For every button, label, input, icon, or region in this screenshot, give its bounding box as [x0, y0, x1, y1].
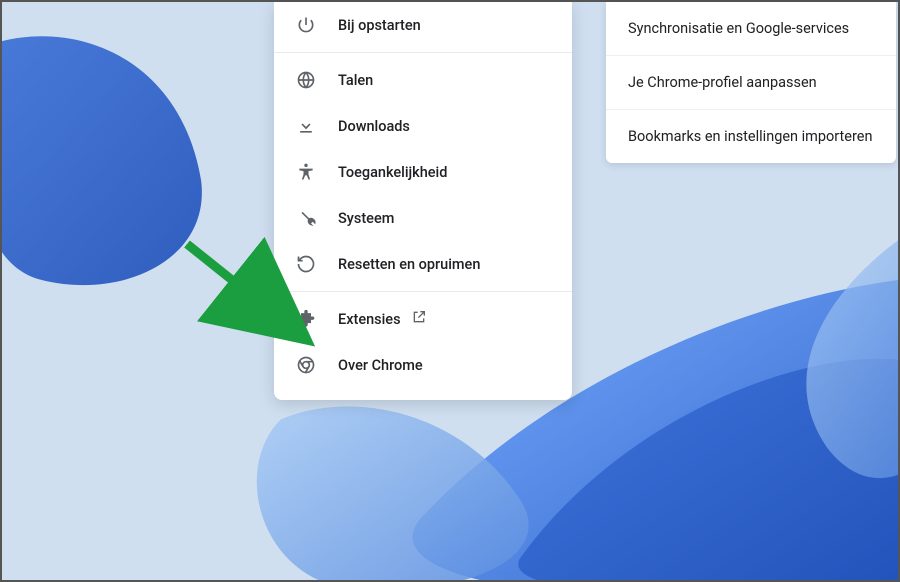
sidebar-item-label: Resetten en opruimen [338, 256, 480, 273]
divider [274, 291, 572, 292]
power-icon [296, 15, 316, 35]
settings-sidebar: Bij opstarten Talen Downloads Toegankeli… [274, 2, 572, 400]
sidebar-item-startup[interactable]: Bij opstarten [274, 2, 572, 48]
sidebar-item-label: Talen [338, 72, 373, 89]
sidebar-item-label: Bij opstarten [338, 17, 421, 34]
sidebar-item-label: Extensies [338, 311, 401, 328]
sidebar-item-label: Over Chrome [338, 357, 423, 374]
external-link-icon [411, 309, 427, 329]
submenu-item-sync[interactable]: Synchronisatie en Google-services [606, 2, 896, 56]
sidebar-item-extensions[interactable]: Extensies [274, 296, 572, 342]
chrome-icon [296, 355, 316, 375]
download-icon [296, 116, 316, 136]
settings-submenu: Synchronisatie en Google-services Je Chr… [606, 2, 896, 163]
sidebar-item-about[interactable]: Over Chrome [274, 342, 572, 388]
submenu-item-label: Bookmarks en instellingen importeren [628, 128, 872, 145]
globe-icon [296, 70, 316, 90]
extension-icon [296, 309, 316, 329]
sidebar-item-accessibility[interactable]: Toegankelijkheid [274, 149, 572, 195]
accessibility-icon [296, 162, 316, 182]
reset-icon [296, 254, 316, 274]
sidebar-item-languages[interactable]: Talen [274, 57, 572, 103]
wrench-icon [296, 208, 316, 228]
sidebar-item-reset[interactable]: Resetten en opruimen [274, 241, 572, 287]
sidebar-item-label: Systeem [338, 210, 394, 227]
submenu-item-profile[interactable]: Je Chrome-profiel aanpassen [606, 56, 896, 110]
divider [274, 52, 572, 53]
sidebar-item-label: Toegankelijkheid [338, 164, 447, 181]
sidebar-item-system[interactable]: Systeem [274, 195, 572, 241]
sidebar-item-label: Downloads [338, 118, 410, 135]
submenu-item-import[interactable]: Bookmarks en instellingen importeren [606, 110, 896, 163]
submenu-item-label: Je Chrome-profiel aanpassen [628, 74, 817, 91]
sidebar-item-downloads[interactable]: Downloads [274, 103, 572, 149]
submenu-item-label: Synchronisatie en Google-services [628, 20, 849, 37]
